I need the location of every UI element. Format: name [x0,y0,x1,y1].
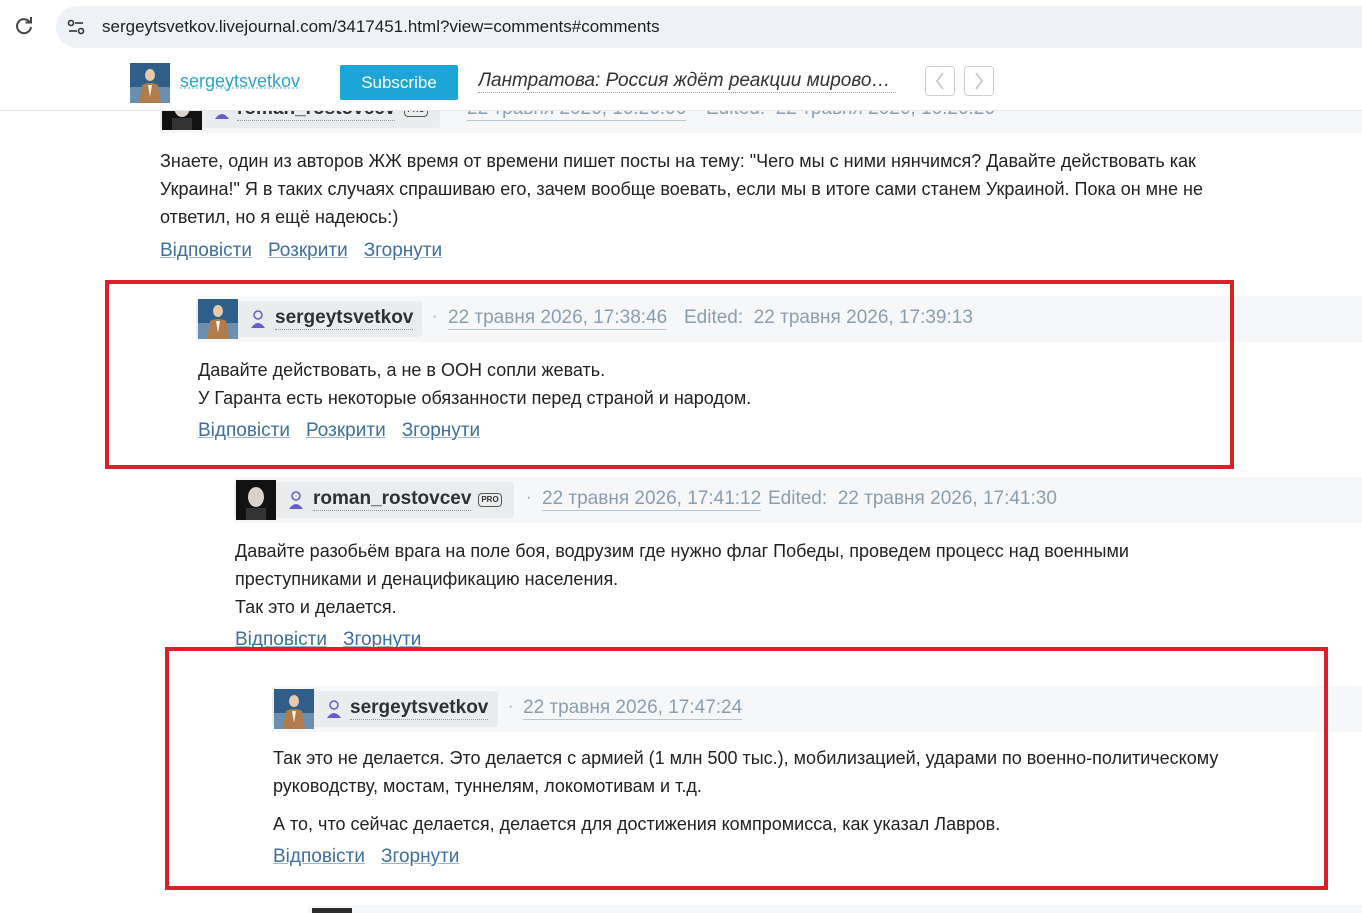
comment-text: Так это не делается. Это делается с арми… [273,744,1313,838]
post-title[interactable]: Лантратова: Россия ждёт реакции мирового… [478,70,896,93]
comment-date[interactable]: 22 травня 2026, 17:47:24 [523,697,743,720]
commenter-username[interactable]: sergeytsvetkov [350,697,489,720]
next-post-button[interactable] [964,66,994,96]
address-bar[interactable]: sergeytsvetkov.livejournal.com/3417451.h… [56,6,1362,48]
comment-text: Давайте разобьём врага на поле боя, водр… [235,537,1255,621]
reply-link[interactable]: Відповісти [160,240,252,261]
collapse-link[interactable]: Згорнути [381,846,459,867]
comment-actions: Відповісти Розкрити Згорнути [198,420,496,442]
comment-line: У Гаранта есть некоторые обязанности пер… [198,388,752,408]
commenter-avatar[interactable] [236,480,276,520]
separator-dot: · [526,489,532,506]
commenter-avatar[interactable] [274,689,314,729]
comment-header: roman_rostovcev PRO · 22 травня 2026, 17… [234,477,1362,523]
separator-dot: · [508,698,514,715]
separator-dot: · [432,308,438,325]
reply-link[interactable]: Відповісти [235,629,327,650]
expand-link[interactable]: Розкрити [268,240,348,261]
comment: roman_rostovcev PRO · 22 травня 2026, 16… [160,87,1362,277]
comment-header: sergeytsvetkov · 22 травня 2026, 17:38:4… [196,296,1362,342]
commenter-avatar[interactable] [312,908,352,913]
collapse-link[interactable]: Згорнути [402,420,480,441]
subscribe-button[interactable]: Subscribe [340,65,458,100]
comment-line: Так это и делается. [235,597,397,617]
user-icon [251,310,265,328]
comment-line: Давайте действовать, а не в ООН сопли же… [198,360,606,380]
comment-actions: Відповісти Згорнути [273,846,475,868]
next-comment-header [308,905,1362,913]
user-icon [327,700,341,718]
site-settings-icon[interactable] [64,15,88,39]
reload-icon[interactable] [12,14,36,38]
browser-toolbar: sergeytsvetkov.livejournal.com/3417451.h… [0,0,1362,55]
journal-sticky-header: sergeytsvetkov Subscribe Лантратова: Рос… [0,55,1362,111]
comment-date[interactable]: 22 травня 2026, 17:41:12 [542,488,762,511]
author-link[interactable]: sergeytsvetkov [180,71,300,92]
pro-badge: PRO [478,493,502,507]
comment: roman_rostovcev PRO · 22 травня 2026, 17… [234,477,1362,657]
chevron-right-icon [975,72,983,90]
user-icon [289,491,303,509]
comment-text: Знаете, один из авторов ЖЖ время от врем… [160,151,1203,227]
collapse-link[interactable]: Згорнути [364,240,442,261]
comment-date[interactable]: 22 травня 2026, 17:38:46 [448,307,668,330]
comment-line: Так это не делается. Это делается с арми… [273,748,1219,796]
edited-label: Edited: 22 травня 2026, 17:39:13 [684,307,973,328]
comment: sergeytsvetkov · 22 травня 2026, 17:38:4… [196,296,1362,456]
commenter-username[interactable]: sergeytsvetkov [275,307,414,330]
comment-text: Давайте действовать, а не в ООН сопли же… [198,356,1198,412]
author-avatar[interactable] [130,63,170,103]
comment-actions: Відповісти Розкрити Згорнути [160,240,458,262]
reply-link[interactable]: Відповісти [273,846,365,867]
prev-post-button[interactable] [925,66,955,96]
edited-label: Edited: 22 травня 2026, 17:41:30 [768,488,1057,509]
comment-header: sergeytsvetkov · 22 травня 2026, 17:47:2… [272,686,1362,732]
commenter-username[interactable]: roman_rostovcev [313,488,472,511]
commenter-avatar[interactable] [198,299,238,339]
collapse-link[interactable]: Згорнути [343,629,421,650]
reply-link[interactable]: Відповісти [198,420,290,441]
comment-actions: Відповісти Згорнути [235,629,437,651]
comment-line: Давайте разобьём врага на поле боя, водр… [235,541,1129,589]
chevron-left-icon [936,72,944,90]
comment: sergeytsvetkov · 22 травня 2026, 17:47:2… [272,686,1362,876]
url-text[interactable]: sergeytsvetkov.livejournal.com/3417451.h… [102,17,660,37]
expand-link[interactable]: Розкрити [306,420,386,441]
comment-line: А то, что сейчас делается, делается для … [273,814,1001,834]
